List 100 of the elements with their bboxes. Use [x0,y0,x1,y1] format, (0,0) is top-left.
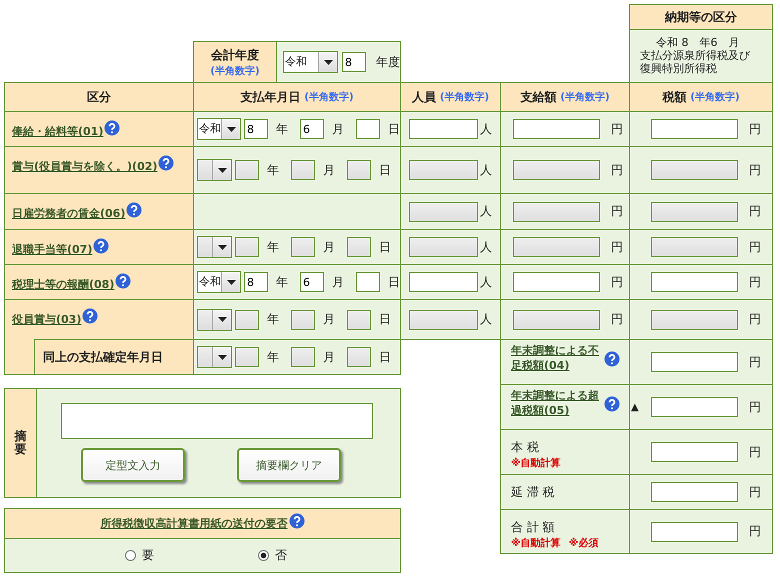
unit-label: 円 [749,203,761,220]
sub-row-label: 同上の支払確定年月日 [43,348,163,366]
unit-label: 円 [611,203,623,220]
summary-label: 延 滞 税 [511,484,556,501]
help-icon[interactable] [604,351,620,367]
unit-label: 日 [379,238,391,256]
unit-label: 人 [480,238,492,256]
unit-label: 年 [267,311,279,328]
fiscal-year-label: 会計年度 [211,46,259,64]
half-width-note: (半角数字) [440,90,490,104]
unit-label: 円 [749,274,761,290]
month-field[interactable]: 6 [300,119,324,139]
year-field[interactable]: 8 [244,119,268,139]
caret-icon [218,317,226,322]
column-title: 支給額 [520,88,556,106]
unit-label: 日 [388,120,400,138]
adjustment-link[interactable]: 年末調整による不足税額(04) [511,343,603,373]
remarks-field[interactable] [61,403,373,439]
help-icon[interactable] [104,120,120,136]
help-icon[interactable] [604,396,620,412]
category-link[interactable]: 俸給・給料等(01) [12,124,104,139]
unit-label: 円 [611,120,623,138]
summary-label: 本 税 [511,439,540,456]
help-icon[interactable] [288,512,304,528]
unit-label: 円 [749,444,761,460]
tax-field[interactable] [651,119,738,139]
unit-label: 月 [323,348,335,366]
help-icon[interactable] [93,238,110,254]
radio-button[interactable] [258,550,269,561]
minus-mark: ▲ [631,402,639,412]
unit-label: 月 [323,162,335,178]
caret-icon [226,126,236,132]
unit-label: 円 [611,274,623,290]
unit-label: 月 [323,311,335,328]
unit-label: 日 [379,162,391,178]
year-field[interactable]: 8 [342,52,366,72]
radio-label: 要 [142,547,154,564]
unit-label: 円 [749,398,761,416]
unit-label: 円 [749,523,761,540]
period-title: 納期等の区分 [665,8,737,26]
tax-field[interactable] [651,352,738,372]
column-title: 税額 [662,88,686,106]
unit-label: 人 [480,162,492,178]
unit-label: 日 [379,311,391,328]
column-title: 人員 [412,88,436,106]
help-icon[interactable] [82,308,98,324]
adjustment-link[interactable]: 年末調整による超過税額(05) [511,388,603,418]
day-field[interactable] [356,119,380,139]
unit-label: 円 [611,238,623,256]
year-field[interactable]: 8 [244,272,268,292]
unit-label: 年 [276,120,288,138]
persons-field[interactable] [409,272,478,292]
unit-label: 日 [388,274,400,290]
required-note: ※自動計算 [511,536,561,550]
remarks-button[interactable]: 摘要欄クリア [237,448,341,482]
unit-label: 円 [611,162,623,178]
caret-icon [226,280,236,284]
era-select[interactable]: 令和 [283,51,338,73]
unit-label: 円 [749,120,761,138]
tax-field[interactable] [651,272,738,292]
unit-label: 日 [379,348,391,366]
day-field[interactable] [356,272,380,292]
unit-label: 月 [323,238,335,256]
help-icon[interactable] [115,273,132,289]
unit-label: 年 [267,348,279,366]
amount-field[interactable] [513,272,600,292]
caret-icon [218,168,226,172]
unit-label: 年 [267,238,279,256]
era-select[interactable]: 令和 [197,118,241,140]
month-field[interactable]: 6 [300,272,324,292]
remarks-button[interactable]: 定型文入力 [81,448,185,482]
required-note: ※自動計算 [511,456,561,470]
help-icon[interactable] [126,202,142,218]
unit-label: 年 [267,162,279,178]
radio-button[interactable] [125,550,136,561]
unit-label: 年 [276,274,288,290]
tax-field[interactable] [651,397,738,417]
unit-label: 円 [749,311,761,328]
persons-field[interactable] [409,119,478,139]
radio-label: 否 [275,547,287,564]
tax-field[interactable] [651,442,738,462]
period-date: 令和 8 年6 月 [656,36,740,49]
remarks-label: 摘要 [14,430,26,456]
caret-icon [218,354,226,360]
unit-label: 人 [480,274,492,290]
tax-field[interactable] [651,522,738,542]
tax-field[interactable] [651,482,738,502]
category-link[interactable]: 税理士等の報酬(08) [12,277,114,292]
unit-label: 円 [749,354,761,370]
era-select[interactable]: 令和 [197,271,241,293]
unit-label: 人 [480,203,492,220]
help-icon[interactable] [158,155,174,171]
half-width-note: (半角数字) [690,90,740,104]
unit-label: 円 [749,484,761,500]
unit-label: 月 [332,120,344,138]
amount-field[interactable] [513,119,600,139]
caret-icon [218,244,226,250]
unit-label: 人 [480,120,492,138]
summary-label: 合 計 額 [511,519,556,536]
caret-icon [324,60,332,64]
